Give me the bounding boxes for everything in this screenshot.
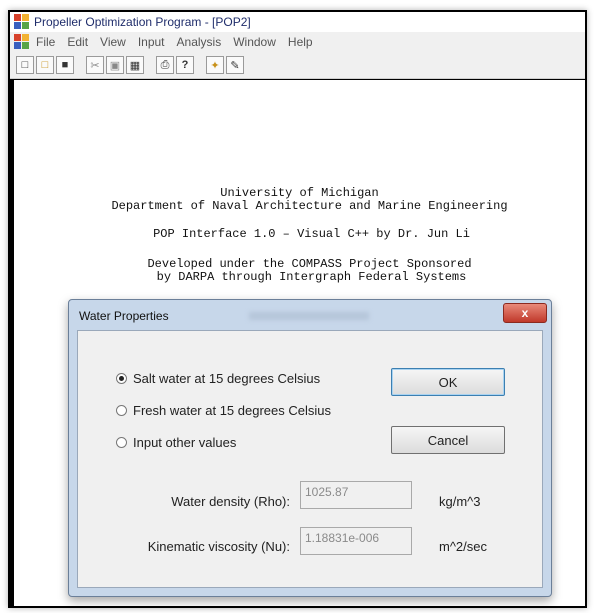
new-icon[interactable]: □ <box>16 56 34 74</box>
tool-icon[interactable]: ✦ <box>206 56 224 74</box>
save-icon[interactable]: ■ <box>56 56 74 74</box>
print-icon[interactable]: ⎙ <box>156 56 174 74</box>
menu-input[interactable]: Input <box>138 35 165 49</box>
window-title: Propeller Optimization Program - [POP2] <box>34 15 251 29</box>
toolbar: □ □ ■ ✂ ▣ ▦ ⎙ ? ✦ ✎ <box>10 52 585 79</box>
help-icon[interactable]: ? <box>176 56 194 74</box>
paste-icon[interactable]: ▦ <box>126 56 144 74</box>
ok-button[interactable]: OK <box>391 368 505 396</box>
menu-file[interactable]: File <box>36 35 55 49</box>
option-other-values[interactable]: Input other values <box>116 435 236 450</box>
menu-bar: File Edit View Input Analysis Window Hel… <box>10 32 585 52</box>
density-unit: kg/m^3 <box>439 494 481 509</box>
menu-view[interactable]: View <box>100 35 126 49</box>
dialog-body: Salt water at 15 degrees Celsius Fresh w… <box>77 330 543 588</box>
copy-icon[interactable]: ▣ <box>106 56 124 74</box>
option-other-values-label: Input other values <box>133 435 237 450</box>
radio-fresh-water[interactable] <box>116 405 127 416</box>
cut-icon[interactable]: ✂ <box>86 56 104 74</box>
edit-icon[interactable]: ✎ <box>226 56 244 74</box>
cancel-button[interactable]: Cancel <box>391 426 505 454</box>
menu-window[interactable]: Window <box>233 35 276 49</box>
water-properties-dialog: Water Properties x Salt water at 15 degr… <box>68 299 552 597</box>
app-logo-icon <box>14 14 30 30</box>
viscosity-label: Kinematic viscosity (Nu): <box>147 539 290 554</box>
doc-interface-line: POP Interface 1.0 – Visual C++ by Dr. Ju… <box>153 227 470 241</box>
dialog-title: Water Properties <box>79 309 169 323</box>
doc-sponsor-line: by DARPA through Intergraph Federal Syst… <box>156 270 467 284</box>
close-icon: x <box>521 306 529 320</box>
close-button[interactable]: x <box>503 303 547 323</box>
density-label: Water density (Rho): <box>171 494 290 509</box>
radio-salt-water[interactable] <box>116 373 127 384</box>
title-bar[interactable]: Propeller Optimization Program - [POP2] <box>10 12 585 32</box>
option-fresh-water[interactable]: Fresh water at 15 degrees Celsius <box>116 403 331 418</box>
open-icon[interactable]: □ <box>36 56 54 74</box>
viscosity-field[interactable]: 1.18831e-006 <box>300 527 412 555</box>
app-logo-icon[interactable] <box>14 34 30 50</box>
viscosity-unit: m^2/sec <box>439 539 488 554</box>
option-fresh-water-label: Fresh water at 15 degrees Celsius <box>133 403 331 418</box>
menu-analysis[interactable]: Analysis <box>177 35 222 49</box>
menu-edit[interactable]: Edit <box>67 35 88 49</box>
option-salt-water[interactable]: Salt water at 15 degrees Celsius <box>116 371 320 386</box>
menu-help[interactable]: Help <box>288 35 313 49</box>
title-blur <box>249 312 369 320</box>
density-field[interactable]: 1025.87 <box>300 481 412 509</box>
radio-other-values[interactable] <box>116 437 127 448</box>
option-salt-water-label: Salt water at 15 degrees Celsius <box>133 371 321 386</box>
doc-department-line: Department of Naval Architecture and Mar… <box>111 199 508 213</box>
